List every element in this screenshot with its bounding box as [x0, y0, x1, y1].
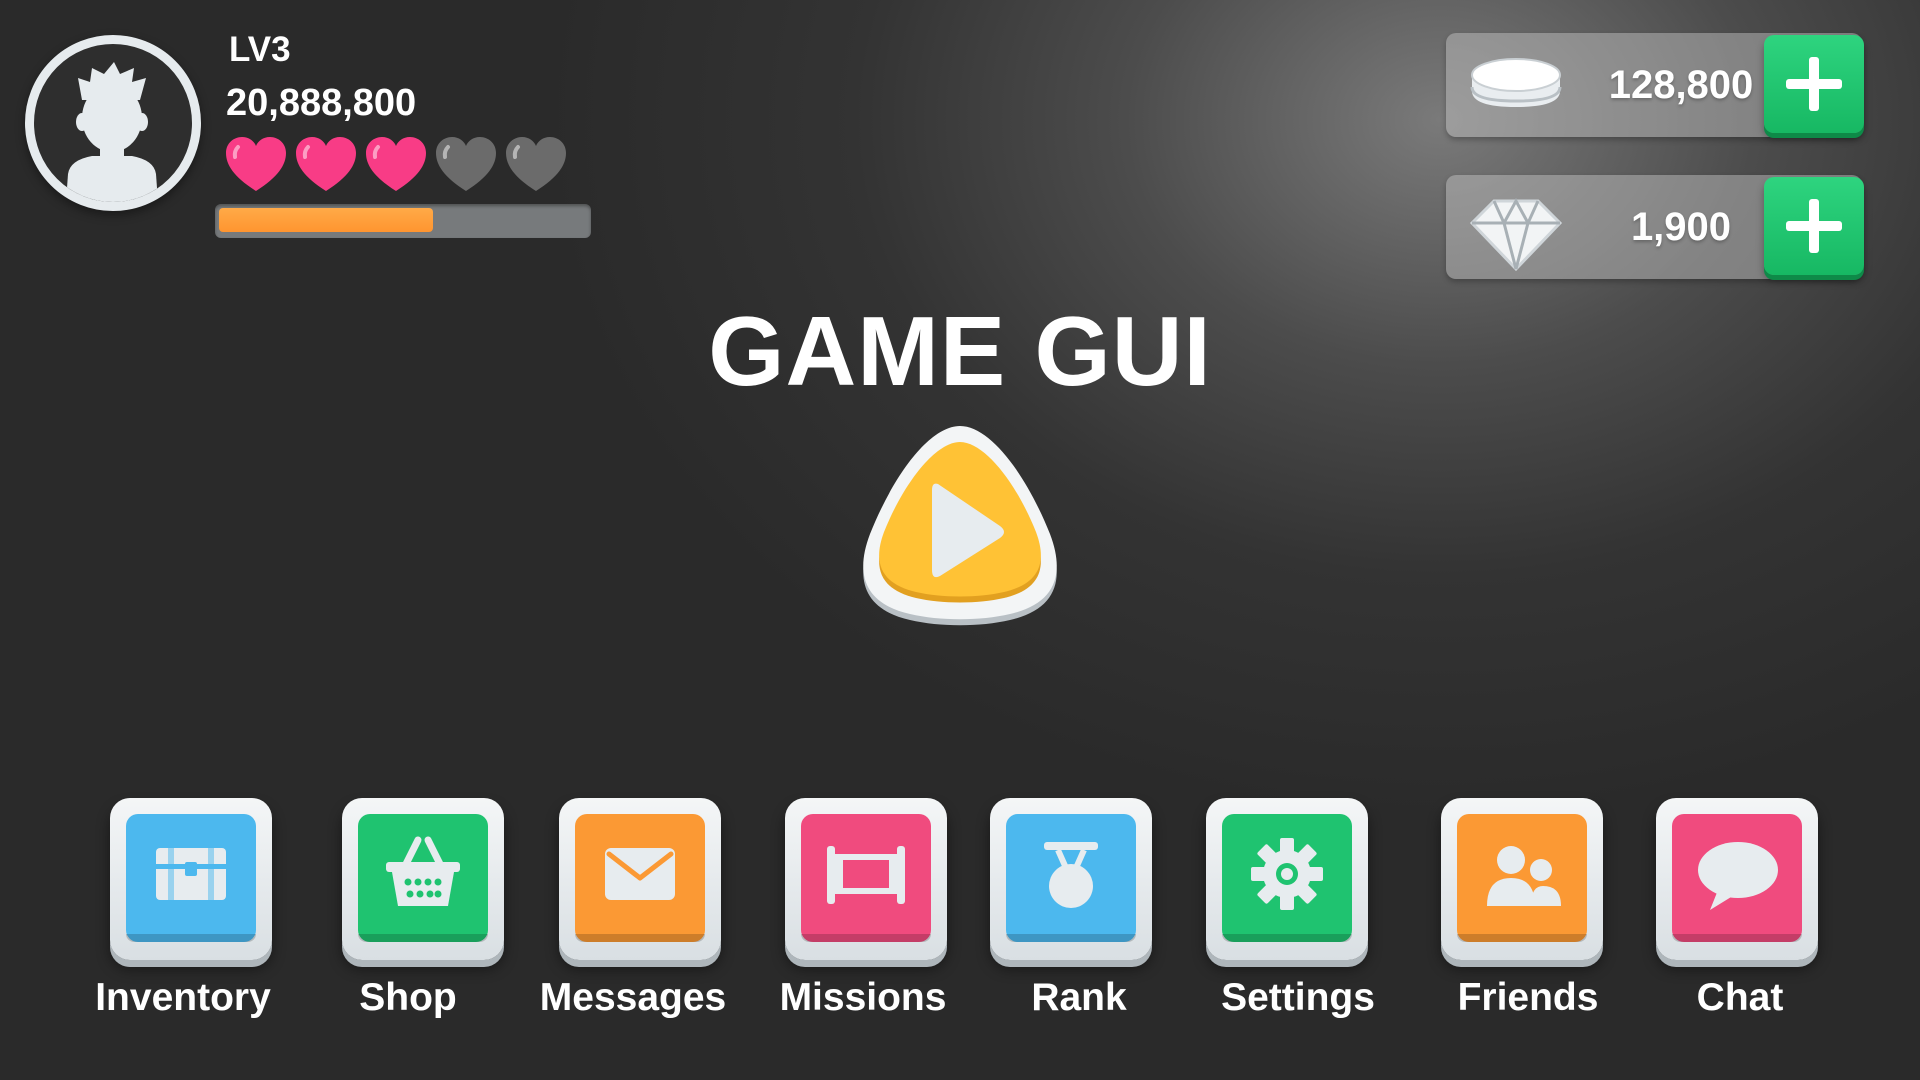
xp-progress-fill	[219, 208, 434, 232]
friends-button[interactable]	[1441, 798, 1603, 960]
settings-button[interactable]	[1206, 798, 1368, 960]
chat-button[interactable]	[1656, 798, 1818, 960]
settings-label: Settings	[1221, 976, 1375, 1019]
friends-icon	[1487, 846, 1561, 906]
rank-button[interactable]	[990, 798, 1152, 960]
gear-icon	[1251, 838, 1323, 910]
chat-bubble-icon	[1698, 842, 1778, 910]
player-score: 20,888,800	[226, 82, 417, 124]
heart-empty-icon	[504, 135, 568, 195]
coins-amount: 128,800	[1608, 63, 1754, 107]
shop-button[interactable]	[342, 798, 504, 960]
basket-icon	[386, 836, 460, 906]
gems-panel: 1,900	[1446, 175, 1864, 279]
chest-icon	[156, 848, 226, 900]
coin-stack-icon	[1470, 58, 1562, 107]
heart-empty-icon	[434, 135, 498, 195]
messages-label: Messages	[539, 976, 727, 1019]
player-avatar[interactable]	[25, 35, 201, 211]
inventory-button[interactable]	[110, 798, 272, 960]
game-title: GAME GUI	[708, 296, 1212, 406]
add-gems-button[interactable]	[1764, 177, 1864, 275]
shop-label: Shop	[359, 976, 457, 1019]
gems-amount: 1,900	[1630, 205, 1732, 249]
envelope-icon	[605, 848, 675, 900]
diamond-icon	[1469, 197, 1563, 272]
player-level: LV3	[229, 30, 291, 69]
scroll-icon	[827, 846, 905, 904]
heart-full-icon	[364, 135, 428, 195]
medal-icon	[1044, 842, 1098, 908]
add-coins-button[interactable]	[1764, 35, 1864, 133]
coins-panel: 128,800	[1446, 33, 1864, 137]
chat-label: Chat	[1696, 976, 1784, 1019]
heart-full-icon	[224, 135, 288, 195]
inventory-label: Inventory	[95, 976, 271, 1019]
missions-button[interactable]	[785, 798, 947, 960]
heart-full-icon	[294, 135, 358, 195]
play-button[interactable]	[840, 420, 1080, 660]
xp-progress-bar	[215, 204, 591, 238]
user-silhouette-icon	[66, 62, 158, 202]
messages-button[interactable]	[559, 798, 721, 960]
